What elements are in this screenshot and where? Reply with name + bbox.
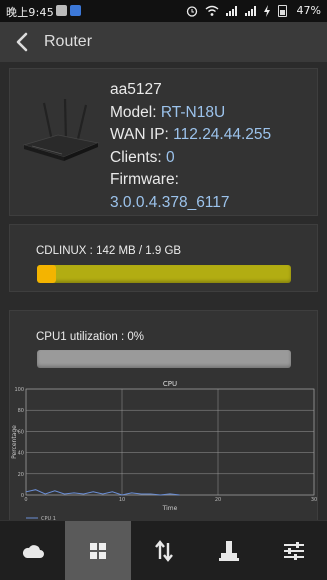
status-time: 晚上9:45: [6, 6, 54, 19]
memory-label: CDLINUX : 142 MB / 1.9 GB: [36, 245, 182, 257]
chart-title: CPU: [163, 380, 177, 388]
wifi-icon: [205, 5, 219, 16]
x-tick-label: 10: [119, 497, 125, 503]
app-bar: Router: [0, 22, 327, 62]
gallery-notification-icon: [56, 5, 67, 16]
clients-row: Clients: 0: [110, 147, 271, 170]
nav-settings[interactable]: [262, 521, 327, 580]
sliders-icon: [284, 541, 305, 560]
y-axis-label: Percentage: [11, 425, 18, 459]
router-image: [22, 98, 100, 161]
nav-cloud[interactable]: [0, 521, 65, 580]
memory-progress-fill: [37, 265, 56, 283]
wan-ip-row: WAN IP: 112.24.44.255: [110, 124, 271, 147]
x-tick-label: 0: [24, 497, 27, 503]
cpu-progress-bar: [37, 350, 291, 368]
wan-ip-label: WAN IP:: [110, 126, 169, 143]
y-tick-label: 80: [18, 408, 24, 414]
clients-label: Clients:: [110, 148, 162, 166]
memory-card: CDLINUX : 142 MB / 1.9 GB: [9, 224, 318, 292]
router-info-card[interactable]: aa5127 Model: RT-N18U WAN IP: 112.24.44.…: [9, 68, 318, 216]
status-bar: 晚上9:45 47%: [0, 0, 327, 22]
firmware-label: Firmware:: [110, 171, 179, 188]
clients-value: 0: [166, 148, 175, 166]
signal-icon: [226, 6, 237, 16]
page-title: Router: [44, 33, 93, 50]
y-tick-label: 20: [18, 472, 24, 478]
router-name: aa5127: [110, 81, 162, 98]
router-info-text: aa5127 Model: RT-N18U WAN IP: 112.24.44.…: [110, 79, 271, 214]
model-label: Model:: [110, 103, 157, 121]
cpu-card: CPU1 utilization : 0% 0 20 40 60 80 100 0 10 20 3…: [9, 310, 318, 522]
x-tick-label: 30: [311, 497, 317, 503]
app-notification-icon: [70, 5, 81, 16]
x-axis-label: Time: [162, 505, 178, 512]
nav-game[interactable]: [196, 521, 261, 580]
memory-progress-bar: [37, 265, 291, 283]
grid-icon: [90, 542, 107, 559]
bottom-nav: [0, 520, 327, 580]
router-model-row: Model: RT-N18U: [110, 102, 271, 125]
nav-traffic[interactable]: [131, 521, 196, 580]
joystick-icon: [218, 540, 239, 561]
y-tick-label: 100: [14, 387, 24, 393]
alarm-icon: [186, 6, 198, 17]
firmware-value: 3.0.0.4.378_6117: [110, 193, 230, 211]
signal-icon-2: [245, 6, 256, 16]
y-tick-label: 40: [18, 451, 24, 457]
transfer-arrows-icon: [154, 539, 173, 562]
chart-plot-area: [25, 388, 315, 496]
battery-icon: [278, 5, 287, 17]
wan-ip-value: 112.24.44.255: [173, 126, 272, 143]
cloud-icon: [22, 544, 44, 558]
x-tick-label: 20: [215, 497, 221, 503]
battery-percent: 47%: [296, 4, 321, 17]
model-value: RT-N18U: [160, 103, 226, 121]
y-tick-label: 60: [18, 429, 24, 435]
cpu-utilization-label: CPU1 utilization : 0%: [36, 331, 145, 343]
nav-dashboard[interactable]: [65, 521, 131, 580]
cpu-chart: 0204060801000 10 20 30CPUTimePercentageCPU …: [11, 380, 317, 522]
back-arrow-icon[interactable]: [12, 30, 34, 54]
charging-icon: [264, 5, 270, 17]
